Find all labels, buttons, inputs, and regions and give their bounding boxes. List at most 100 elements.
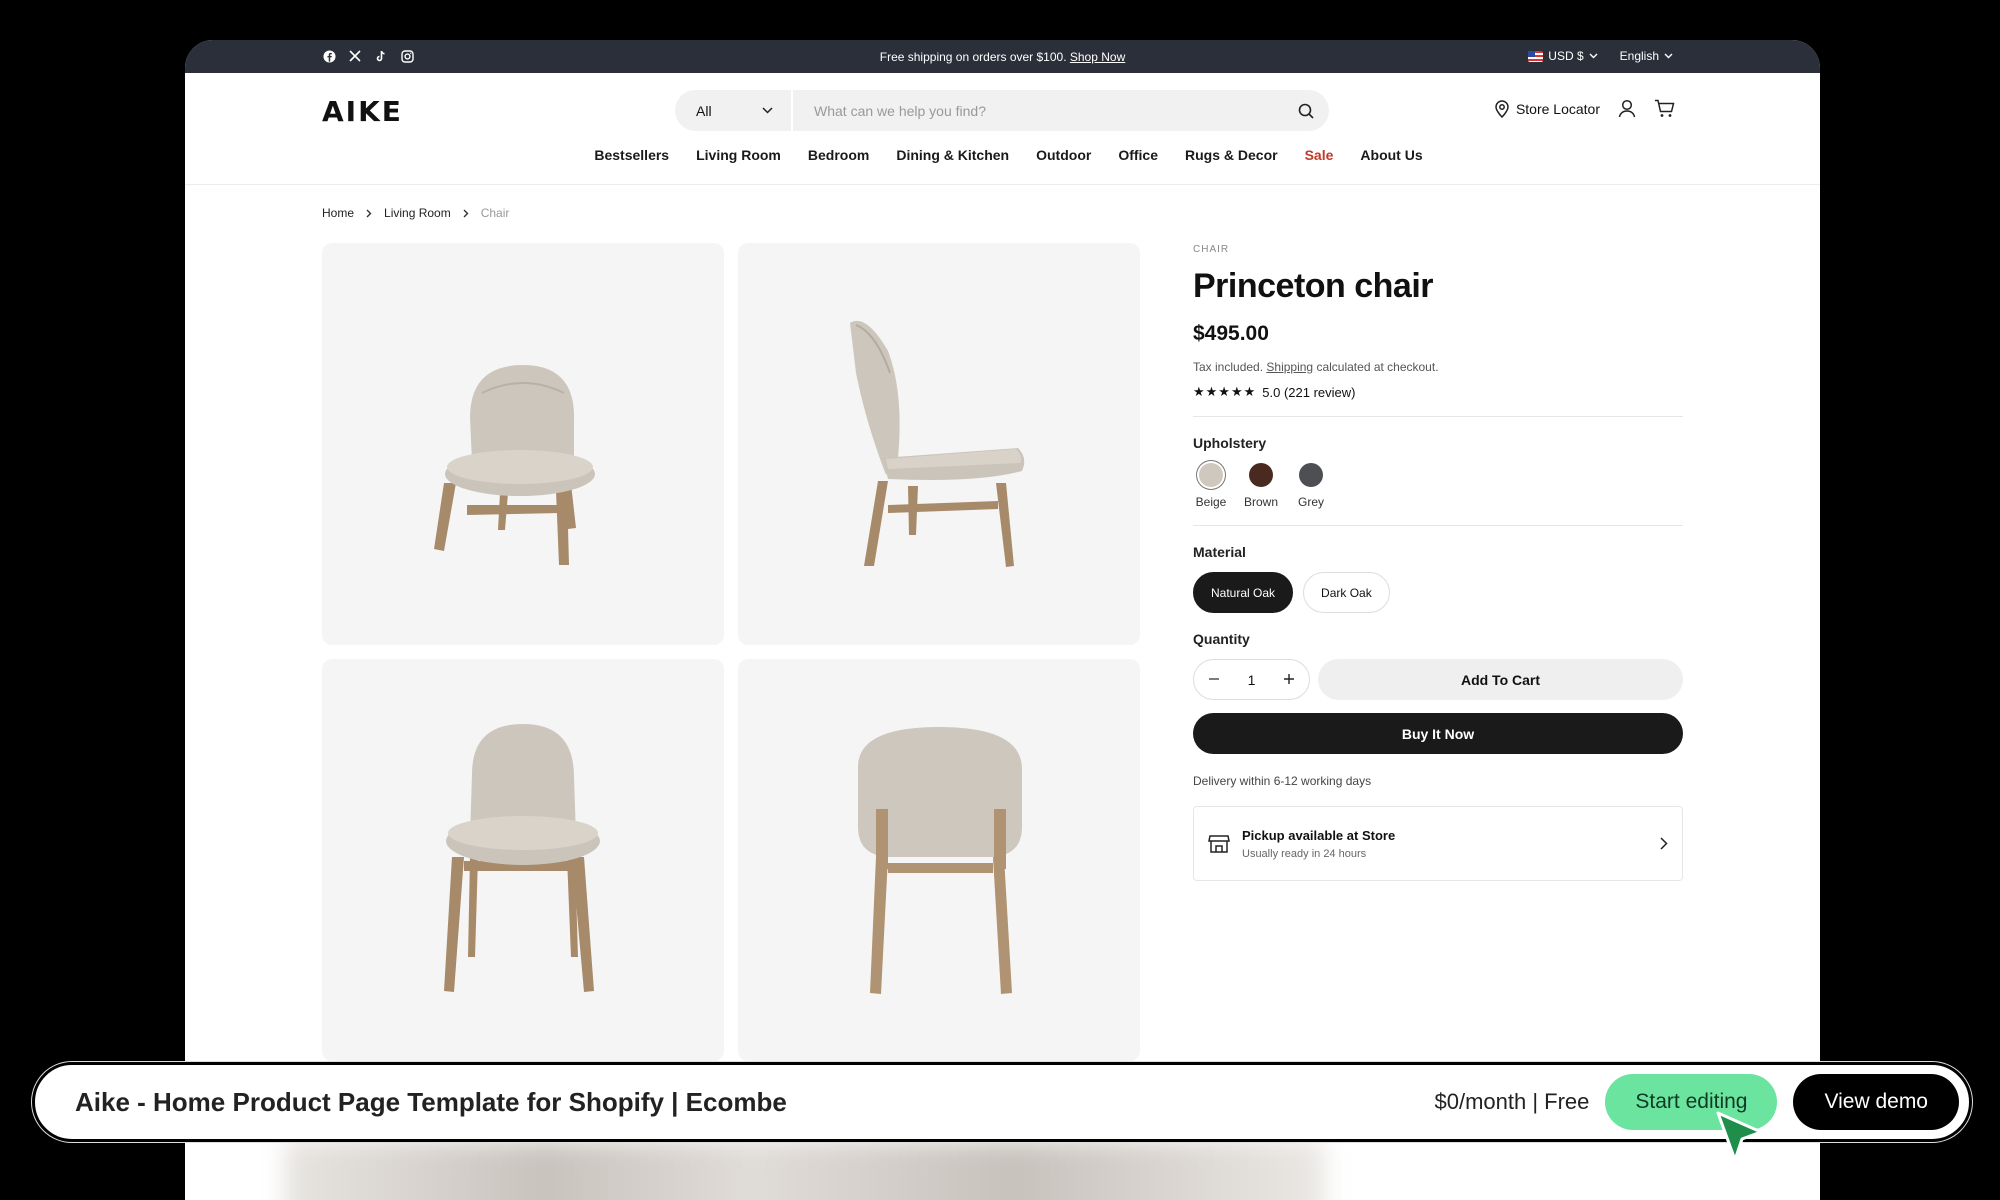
- nav-item-outdoor[interactable]: Outdoor: [1036, 147, 1091, 184]
- nav-item-bestsellers[interactable]: Bestsellers: [594, 147, 669, 184]
- pickup-availability[interactable]: Pickup available at Store Usually ready …: [1193, 806, 1683, 881]
- add-to-cart-button[interactable]: Add To Cart: [1318, 659, 1683, 700]
- nav-item-rugs-decor[interactable]: Rugs & Decor: [1185, 147, 1278, 184]
- swatch-label: Grey: [1297, 495, 1324, 509]
- material-label: Material: [1193, 544, 1246, 560]
- language-select[interactable]: English: [1620, 49, 1673, 63]
- store-locator-link[interactable]: Store Locator: [1494, 99, 1600, 118]
- pickup-subtitle: Usually ready in 24 hours: [1242, 847, 1367, 860]
- search-category-select[interactable]: All: [675, 90, 793, 131]
- product-image-2[interactable]: [738, 243, 1140, 645]
- chevron-right-icon: [463, 209, 469, 217]
- pickup-text: Pickup available at Store Usually ready …: [1242, 828, 1648, 860]
- nav-item-bedroom[interactable]: Bedroom: [808, 147, 869, 184]
- quantity-label: Quantity: [1193, 631, 1250, 647]
- nav-item-sale[interactable]: Sale: [1305, 147, 1334, 184]
- us-flag-icon: [1528, 50, 1544, 62]
- currency-value: USD $: [1548, 49, 1584, 63]
- breadcrumb-current: Chair: [480, 206, 510, 220]
- breadcrumb-home[interactable]: Home: [322, 206, 354, 220]
- mouse-pointer-icon: [1716, 1111, 1763, 1162]
- chevron-right-icon: [366, 209, 372, 217]
- shop-now-link[interactable]: Shop Now: [1070, 50, 1125, 64]
- blurred-content-preview: [185, 1140, 1820, 1200]
- chair-image: [850, 320, 1025, 567]
- material-dark-oak[interactable]: Dark Oak: [1303, 572, 1390, 613]
- nav-item-office[interactable]: Office: [1118, 147, 1158, 184]
- tax-suffix: calculated at checkout.: [1316, 360, 1439, 374]
- locale-selectors: USD $ English: [1528, 49, 1673, 63]
- upholstery-options: Beige Brown Grey: [1193, 463, 1683, 509]
- increase-quantity-button[interactable]: [1283, 672, 1295, 688]
- product-title: Princeton chair: [1193, 267, 1434, 305]
- product-image-1[interactable]: [322, 243, 724, 645]
- rating-text: 5.0 (221 review): [1262, 384, 1356, 400]
- divider: [1193, 416, 1683, 417]
- nav-item-living-room[interactable]: Living Room: [696, 147, 781, 184]
- breadcrumb-living-room[interactable]: Living Room: [384, 206, 451, 220]
- swatch-label: Brown: [1243, 495, 1278, 509]
- account-icon[interactable]: [1618, 99, 1636, 118]
- main-nav: Bestsellers Living Room Bedroom Dining &…: [185, 137, 1820, 185]
- swatch-grey[interactable]: Grey: [1293, 463, 1329, 509]
- tax-note: Tax included. Shipping calculated at che…: [1193, 360, 1683, 374]
- store-locator-label: Store Locator: [1515, 100, 1600, 117]
- quantity-stepper: 1: [1193, 659, 1310, 700]
- chevron-down-icon: [1589, 53, 1598, 59]
- swatch-label: Beige: [1195, 495, 1227, 509]
- plus-icon: [1284, 673, 1295, 684]
- chair-image: [434, 365, 595, 565]
- decrease-quantity-button[interactable]: [1208, 672, 1220, 688]
- product-image-3[interactable]: [322, 659, 724, 1061]
- product-info: CHAIR Princeton chair $495.00 Tax includ…: [1193, 244, 1683, 881]
- breadcrumb: Home Living Room Chair: [322, 206, 509, 220]
- template-title: Aike - Home Product Page Template for Sh…: [75, 1086, 787, 1117]
- cart-icon[interactable]: [1654, 99, 1675, 118]
- announcement-text: Free shipping on orders over $100.: [879, 50, 1067, 64]
- search-input[interactable]: [793, 102, 1283, 119]
- announcement-bar: Free shipping on orders over $100. Shop …: [185, 40, 1820, 73]
- template-action-bar: Aike - Home Product Page Template for Sh…: [32, 1062, 1972, 1142]
- chevron-right-icon: [1660, 837, 1668, 850]
- chevron-down-icon: [1664, 53, 1673, 59]
- delivery-note: Delivery within 6-12 working days: [1193, 774, 1372, 788]
- star-rating-icon: ★★★★★: [1193, 384, 1257, 399]
- product-category: CHAIR: [1193, 244, 1230, 255]
- header-tools: Store Locator: [1494, 99, 1675, 118]
- tax-prefix: Tax included.: [1193, 360, 1264, 374]
- browser-frame: Free shipping on orders over $100. Shop …: [185, 40, 1820, 1200]
- product-rating[interactable]: ★★★★★ 5.0 (221 review): [1193, 384, 1683, 400]
- search-category-value: All: [696, 102, 712, 119]
- currency-select[interactable]: USD $: [1528, 49, 1598, 63]
- site-header: AIKE All Store Locator: [185, 73, 1820, 137]
- swatch-beige[interactable]: Beige: [1193, 463, 1229, 509]
- minus-icon: [1208, 677, 1219, 680]
- material-options: Natural Oak Dark Oak: [1193, 572, 1683, 613]
- swatch-color: [1299, 463, 1323, 487]
- view-demo-button[interactable]: View demo: [1793, 1074, 1959, 1130]
- pickup-title: Pickup available at Store: [1242, 827, 1396, 843]
- nav-item-dining-kitchen[interactable]: Dining & Kitchen: [896, 147, 1009, 184]
- nav-item-about-us[interactable]: About Us: [1360, 147, 1422, 184]
- search-bar: All: [675, 90, 1329, 131]
- chair-image: [444, 724, 600, 992]
- material-natural-oak[interactable]: Natural Oak: [1193, 572, 1294, 613]
- shipping-link[interactable]: Shipping: [1266, 360, 1313, 374]
- buy-now-button[interactable]: Buy It Now: [1193, 713, 1683, 754]
- language-value: English: [1619, 49, 1659, 63]
- product-image-4[interactable]: [738, 659, 1140, 1061]
- product-gallery: [322, 243, 1141, 1061]
- swatch-brown[interactable]: Brown: [1243, 463, 1279, 509]
- chevron-down-icon: [762, 107, 773, 114]
- chair-image: [858, 727, 1022, 994]
- swatch-color: [1199, 463, 1223, 487]
- template-price: $0/month | Free: [1434, 1089, 1590, 1114]
- store-icon: [1208, 834, 1230, 853]
- map-pin-icon: [1495, 100, 1509, 118]
- search-button[interactable]: [1283, 103, 1329, 119]
- quantity-value[interactable]: 1: [1248, 672, 1256, 688]
- purchase-row: 1 Add To Cart: [1193, 659, 1683, 700]
- site-logo[interactable]: AIKE: [322, 95, 403, 128]
- divider: [1193, 525, 1683, 526]
- swatch-color: [1249, 463, 1273, 487]
